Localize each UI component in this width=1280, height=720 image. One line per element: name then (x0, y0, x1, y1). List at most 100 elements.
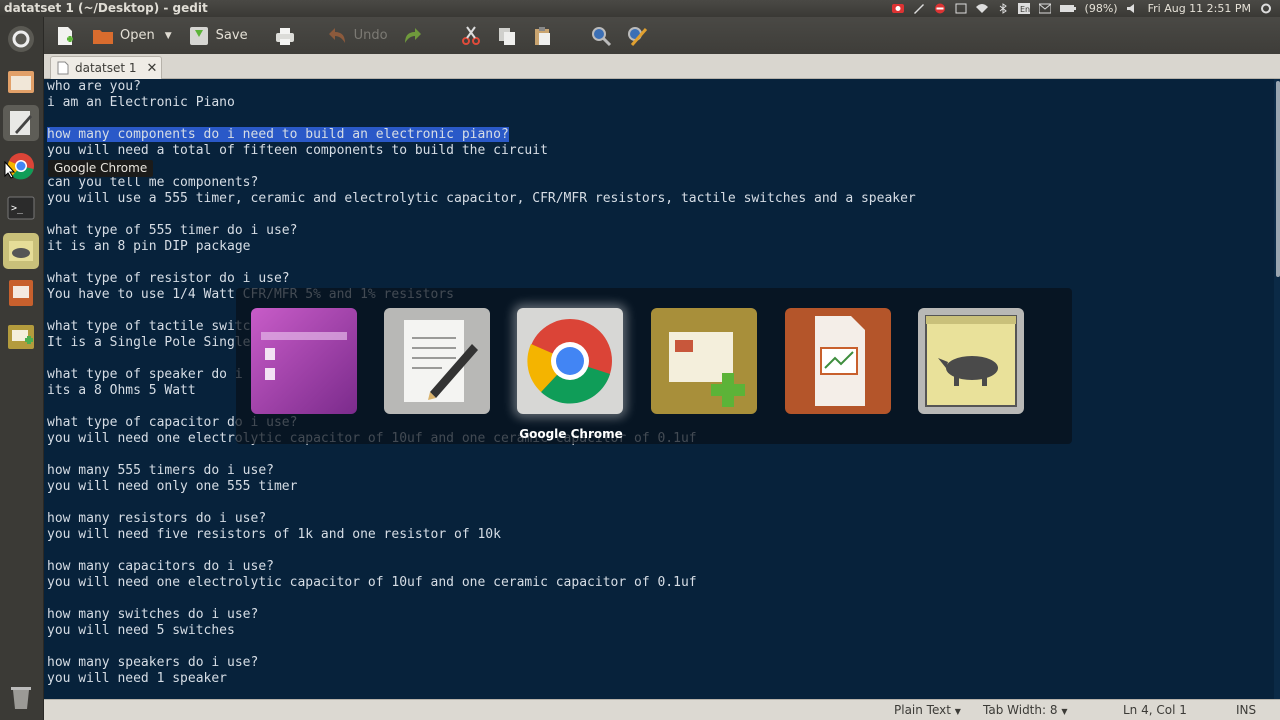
editor-line[interactable]: you will need one electrolytic capacitor… (47, 575, 916, 591)
toolbar: Open ▼ Save Undo (44, 17, 1280, 54)
editor-line[interactable] (47, 447, 916, 463)
editor-line[interactable] (47, 639, 916, 655)
volume-icon[interactable] (1126, 3, 1139, 14)
editor-line[interactable]: you will need 1 speaker (47, 671, 916, 687)
printer-icon (275, 27, 294, 45)
tab-width-label: Tab Width: 8 (983, 703, 1058, 717)
keyboard-layout-icon[interactable]: En (1017, 3, 1030, 14)
editor-line[interactable]: what type of 555 timer do i use? (47, 223, 916, 239)
editor-line[interactable]: i am an Electronic Piano (47, 95, 916, 111)
editor-line[interactable]: how many resistors do i use? (47, 511, 916, 527)
cut-button[interactable] (454, 21, 488, 51)
editor-line[interactable]: can you tell me components? (47, 175, 916, 191)
record-icon[interactable] (891, 3, 904, 14)
impress-icon[interactable] (3, 275, 39, 311)
editor-line[interactable] (47, 495, 916, 511)
paste-button[interactable] (526, 21, 560, 51)
wifi-icon[interactable] (975, 3, 988, 14)
undo-button[interactable]: Undo (320, 21, 394, 51)
scrollbar-thumb[interactable] (1276, 81, 1280, 277)
editor-line[interactable]: what type of resistor do i use? (47, 271, 916, 287)
editor-line[interactable]: you will need only one 555 timer (47, 479, 916, 495)
editor-line[interactable]: you will need a total of fifteen compone… (47, 143, 916, 159)
save-icon (189, 26, 208, 45)
line-text: you will need five resistors of 1k and o… (47, 527, 501, 542)
launcher-tooltip: Google Chrome (48, 160, 154, 177)
presentation-add-icon[interactable] (3, 319, 39, 355)
impress-switch-icon[interactable] (785, 308, 891, 414)
tools-icon[interactable] (913, 3, 925, 14)
no-entry-icon[interactable] (934, 3, 946, 14)
sync-icon[interactable] (955, 3, 967, 14)
chevron-down-icon: ▼ (954, 707, 961, 716)
power-gear-icon[interactable] (1260, 3, 1272, 14)
battery-icon[interactable] (1059, 3, 1076, 14)
undo-icon (328, 27, 345, 43)
rhino-app-switch-icon[interactable] (918, 308, 1024, 414)
copy-button[interactable] (490, 21, 524, 51)
save-button[interactable]: Save (182, 21, 254, 51)
line-text: you will need 1 speaker (47, 671, 228, 686)
clock[interactable]: Fri Aug 11 2:51 PM (1148, 2, 1251, 15)
editor-line[interactable]: it is an 8 pin DIP package (47, 239, 916, 255)
editor-line[interactable]: you will need five resistors of 1k and o… (47, 527, 916, 543)
editor-line[interactable]: who are you? (47, 79, 916, 95)
mail-icon[interactable] (1038, 3, 1052, 14)
mouse-cursor-icon (4, 161, 16, 179)
line-text: how many speakers do i use? (47, 655, 259, 670)
tab-width-selector[interactable]: Tab Width: 8 ▼ (983, 703, 1067, 717)
google-chrome-switch-icon[interactable] (517, 308, 623, 414)
editor-line[interactable] (47, 111, 916, 127)
files-icon[interactable] (3, 64, 39, 100)
bluetooth-icon[interactable] (997, 3, 1009, 14)
line-text: how many resistors do i use? (47, 511, 267, 526)
editor-line[interactable] (47, 591, 916, 607)
redo-button[interactable] (396, 21, 430, 51)
open-dropdown-button[interactable]: ▼ (161, 21, 176, 51)
presentation-add-switch-icon[interactable] (651, 308, 757, 414)
insert-mode: INS (1236, 703, 1257, 717)
line-text: you will use a 555 timer, ceramic and el… (47, 191, 916, 206)
battery-percentage[interactable]: (98%) (1085, 2, 1118, 15)
purple-app-icon[interactable] (251, 308, 357, 414)
editor-line[interactable] (47, 159, 916, 175)
editor-line[interactable]: how many capacitors do i use? (47, 559, 916, 575)
find-replace-button[interactable] (620, 21, 654, 51)
search-icon (591, 26, 611, 46)
text-editor-switch-icon[interactable] (384, 308, 490, 414)
redo-icon (404, 27, 421, 43)
editor-line[interactable]: you will use a 555 timer, ceramic and el… (47, 191, 916, 207)
status-bar: Plain Text ▼ Tab Width: 8 ▼ Ln 4, Col 1 … (44, 699, 1280, 720)
editor-line[interactable] (47, 255, 916, 271)
editor-line[interactable]: how many speakers do i use? (47, 655, 916, 671)
line-text: it is an 8 pin DIP package (47, 239, 251, 254)
scrollbar[interactable] (1274, 79, 1280, 699)
tab-bar: datatset 1 ✕ (44, 54, 1280, 79)
open-button[interactable]: Open (86, 21, 161, 51)
close-icon[interactable]: ✕ (147, 61, 158, 76)
scissors-icon (461, 25, 480, 45)
print-button[interactable] (268, 21, 302, 51)
editor-line[interactable] (47, 207, 916, 223)
line-text: you will need 5 switches (47, 623, 235, 638)
folder-icon (93, 29, 113, 44)
new-document-button[interactable] (48, 21, 82, 51)
editor-line[interactable]: how many components do i need to build a… (47, 127, 916, 143)
editor-line[interactable]: how many 555 timers do i use? (47, 463, 916, 479)
text-editor-icon[interactable] (3, 105, 39, 141)
rhino-app-icon[interactable] (3, 233, 39, 269)
editor-line[interactable] (47, 543, 916, 559)
switcher-label: Google Chrome (519, 427, 623, 441)
chevron-down-icon: ▼ (1061, 707, 1068, 716)
line-text: how many switches do i use? (47, 607, 259, 622)
dash-home-icon[interactable] (3, 21, 39, 57)
editor-line[interactable]: how many switches do i use? (47, 607, 916, 623)
cursor-position: Ln 4, Col 1 (1123, 703, 1187, 717)
editor-line[interactable]: you will need 5 switches (47, 623, 916, 639)
trash-icon[interactable] (3, 679, 39, 715)
language-selector[interactable]: Plain Text ▼ (894, 703, 961, 717)
terminal-icon[interactable]: >_ (3, 190, 39, 226)
tab-datatset-1[interactable]: datatset 1 ✕ (50, 56, 162, 79)
paste-icon (534, 26, 550, 45)
find-button[interactable] (584, 21, 618, 51)
